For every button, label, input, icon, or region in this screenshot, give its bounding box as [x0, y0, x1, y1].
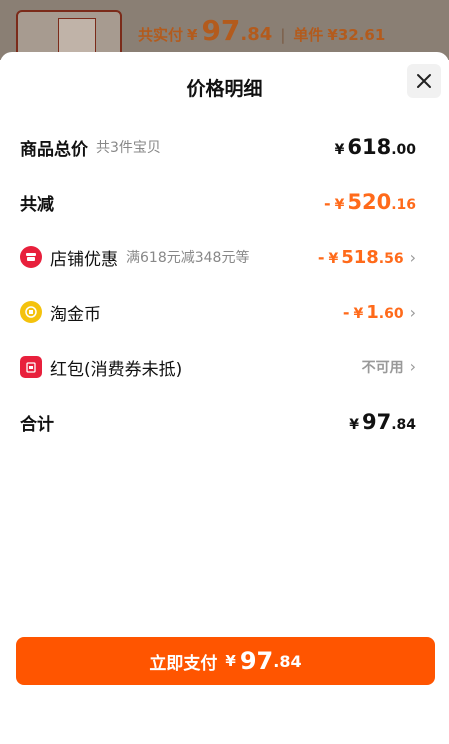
- row-shop-coupon[interactable]: 店铺优惠 满618元减348元等 - ¥ 518 .56 ›: [20, 242, 416, 272]
- pay-label: 立即支付: [149, 653, 218, 674]
- amount-int: 1: [366, 301, 379, 323]
- total-discount-value: - ¥ 520 .16: [324, 190, 416, 214]
- chevron-right-icon: ›: [409, 357, 416, 376]
- amount-dec: .84: [273, 651, 302, 671]
- row-red-packet[interactable]: 红包(消费券未抵) 不可用 ›: [20, 352, 416, 382]
- amount-dec: .16: [391, 197, 416, 213]
- total-paid-label: 共实付: [138, 26, 184, 44]
- unit-price: ¥32.61: [327, 26, 386, 44]
- divider: |: [280, 26, 286, 44]
- amount-dec: .00: [391, 142, 416, 158]
- shop-coupon-icon: [20, 246, 42, 268]
- red-packet-status: 不可用 ›: [362, 357, 416, 377]
- row-goods-total: 商品总价 共3件宝贝 ¥ 618 .00: [20, 132, 416, 162]
- currency: ¥: [334, 197, 345, 213]
- amount-dec: .84: [391, 417, 416, 433]
- shop-coupon-value: - ¥ 518 .56 ›: [318, 247, 416, 268]
- shop-coupon-label: 店铺优惠: [50, 249, 118, 270]
- pay-now-button[interactable]: 立即支付 ¥ 97 .84: [16, 637, 435, 685]
- currency: ¥: [349, 417, 359, 433]
- total-paid-dec: .84: [240, 24, 273, 45]
- grand-total-label: 合计: [20, 414, 54, 435]
- total-paid-currency: ¥: [187, 26, 198, 44]
- chevron-right-icon: ›: [409, 247, 416, 267]
- background-price-summary: 共实付 ¥ 97 .84 | 单件 ¥32.61: [138, 14, 385, 47]
- product-thumbnail: [16, 10, 122, 58]
- red-packet-icon: [20, 356, 42, 378]
- row-gold-coin[interactable]: 淘金币 - ¥ 1 .60 ›: [20, 297, 416, 327]
- chevron-right-icon: ›: [409, 302, 416, 322]
- total-paid-int: 97: [201, 14, 241, 47]
- unavailable-text: 不可用: [361, 360, 404, 376]
- gold-coin-value: - ¥ 1 .60 ›: [343, 302, 416, 323]
- amount-int: 520: [347, 190, 392, 214]
- goods-total-label: 商品总价: [20, 139, 88, 160]
- sheet-title: 价格明细: [186, 78, 263, 100]
- red-packet-label: 红包(消费券未抵): [50, 359, 183, 380]
- grand-total-value: ¥ 97 .84: [349, 410, 416, 434]
- goods-count: 共3件宝贝: [96, 140, 161, 156]
- currency: ¥: [353, 305, 364, 322]
- shop-coupon-rule: 满618元减348元等: [126, 250, 250, 266]
- currency: ¥: [328, 250, 339, 267]
- total-discount-label: 共减: [20, 194, 54, 215]
- minus-sign: -: [323, 194, 331, 213]
- amount-dec: .60: [378, 305, 404, 322]
- currency: ¥: [334, 142, 345, 158]
- amount-int: 97: [361, 410, 392, 434]
- amount-int: 518: [341, 246, 379, 268]
- amount-dec: .56: [378, 250, 404, 267]
- amount-int: 97: [239, 647, 274, 675]
- amount-int: 618: [347, 135, 392, 159]
- minus-sign: -: [317, 247, 325, 267]
- row-grand-total: 合计 ¥ 97 .84: [20, 407, 416, 437]
- unit-label: 单件: [293, 26, 324, 44]
- close-icon: [417, 74, 431, 88]
- close-button[interactable]: [407, 64, 441, 98]
- row-total-discount: 共减 - ¥ 520 .16: [20, 187, 416, 217]
- currency: ¥: [225, 652, 236, 670]
- background-order-header: 共实付 ¥ 97 .84 | 单件 ¥32.61: [0, 0, 449, 60]
- gold-coin-icon: [20, 301, 42, 323]
- minus-sign: -: [342, 302, 350, 322]
- goods-total-value: ¥ 618 .00: [335, 135, 416, 159]
- gold-coin-label: 淘金币: [50, 304, 101, 325]
